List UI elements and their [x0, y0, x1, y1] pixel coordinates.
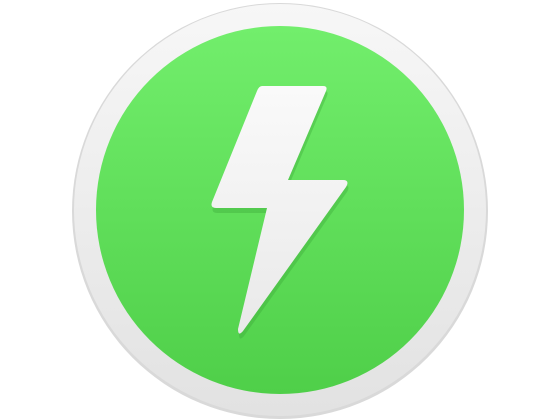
app-icon	[72, 3, 488, 419]
icon-canvas	[0, 0, 560, 420]
